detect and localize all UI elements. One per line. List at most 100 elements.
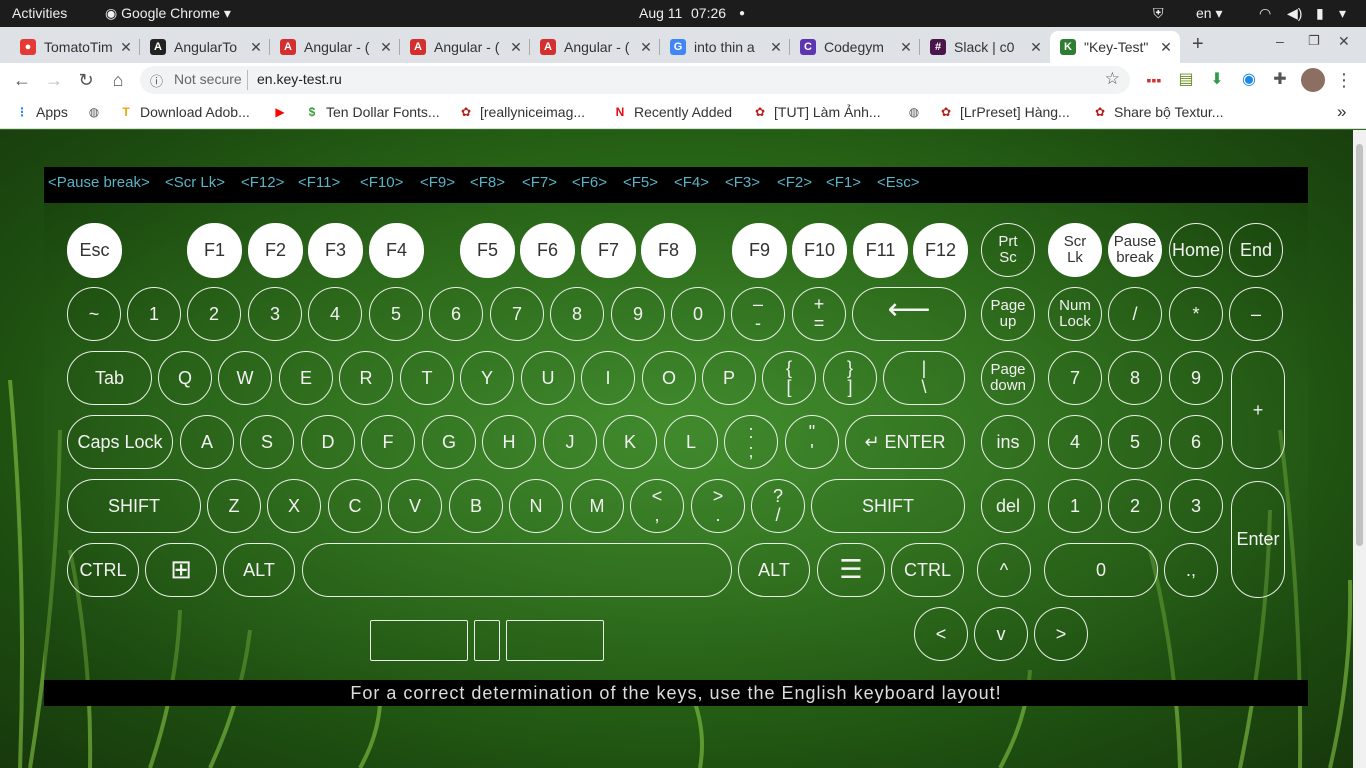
browser-tab[interactable]: K "Key-Test" ✕	[1050, 31, 1180, 63]
z-key[interactable]: Z	[207, 479, 261, 533]
maximize-icon[interactable]: ❐	[1308, 33, 1320, 49]
numlock-key[interactable]: Num Lock	[1048, 287, 1102, 341]
up-key[interactable]: ^	[977, 543, 1031, 597]
k4-key[interactable]: 4	[308, 287, 362, 341]
date-label[interactable]: Aug 11	[639, 5, 682, 21]
menu-dots-icon[interactable]: ⋮	[1332, 68, 1356, 92]
browser-tab[interactable]: A Angular - (✕	[530, 31, 660, 63]
esc-key[interactable]: Esc	[67, 223, 122, 278]
back-icon[interactable]: ←	[10, 68, 34, 92]
f7-key[interactable]: F7	[581, 223, 636, 278]
bookmark-item[interactable]: N Recently Added	[612, 104, 732, 120]
f9-key[interactable]: F9	[732, 223, 787, 278]
extension-icon[interactable]: ▤	[1174, 68, 1198, 92]
reload-icon[interactable]: ↻	[74, 68, 98, 92]
page-scrollbar[interactable]	[1353, 130, 1366, 768]
bookmark-item[interactable]: ✿ [reallyniceimag...	[458, 104, 585, 120]
a-key[interactable]: A	[180, 415, 234, 469]
shield-icon[interactable]: ⛨	[1153, 5, 1164, 22]
w-key[interactable]: W	[218, 351, 272, 405]
address-bar[interactable]: ⓘ Not secure en.key-test.ru ☆	[140, 66, 1130, 94]
forward-icon[interactable]: →	[42, 68, 66, 92]
f11-key[interactable]: F11	[853, 223, 908, 278]
np0-key[interactable]: 0	[1044, 543, 1158, 597]
wifi-icon[interactable]: ◠	[1259, 5, 1271, 22]
d-key[interactable]: D	[301, 415, 355, 469]
home-key[interactable]: Home	[1169, 223, 1223, 277]
bookmark-item[interactable]: ▶	[272, 104, 294, 120]
lshift-key[interactable]: SHIFT	[67, 479, 201, 533]
k3-key[interactable]: 3	[248, 287, 302, 341]
scrollbar-thumb[interactable]	[1356, 144, 1363, 546]
k0-key[interactable]: 0	[671, 287, 725, 341]
more-bookmarks-icon[interactable]: »	[1337, 102, 1346, 122]
info-icon[interactable]: ⓘ	[150, 71, 163, 90]
browser-tab[interactable]: ● TomatoTim ✕	[10, 31, 140, 63]
np8-key[interactable]: 8	[1108, 351, 1162, 405]
f10-key[interactable]: F10	[792, 223, 847, 278]
np7-key[interactable]: 7	[1048, 351, 1102, 405]
close-tab-icon[interactable]: ✕	[1158, 39, 1174, 56]
system-menu-icon[interactable]: ▾	[1339, 5, 1346, 22]
scrlk-key[interactable]: Scr Lk	[1048, 223, 1102, 277]
down-key[interactable]: v	[974, 607, 1028, 661]
x-key[interactable]: X	[267, 479, 321, 533]
semi-key[interactable]: : ;	[724, 415, 778, 469]
language-indicator[interactable]: en ▾	[1196, 5, 1223, 22]
mouse-button[interactable]	[474, 620, 500, 661]
f6-key[interactable]: F6	[520, 223, 575, 278]
bookmark-item[interactable]: ✿ [TUT] Làm Ảnh...	[752, 104, 881, 120]
bookmark-star-icon[interactable]: ☆	[1105, 69, 1120, 89]
close-window-icon[interactable]: ✕	[1338, 33, 1350, 50]
close-tab-icon[interactable]: ✕	[638, 39, 654, 56]
new-tab-icon[interactable]: +	[1192, 33, 1204, 56]
battery-icon[interactable]: ▮	[1316, 5, 1324, 22]
close-tab-icon[interactable]: ✕	[898, 39, 914, 56]
time-label[interactable]: 07:26	[691, 5, 726, 21]
npmul-key[interactable]: *	[1169, 287, 1223, 341]
browser-tab[interactable]: Ginto thin a ✕	[660, 31, 790, 63]
o-key[interactable]: O	[642, 351, 696, 405]
n-key[interactable]: N	[509, 479, 563, 533]
download-extension-icon[interactable]: ⬇	[1205, 68, 1229, 92]
g-key[interactable]: G	[422, 415, 476, 469]
f2-key[interactable]: F2	[248, 223, 303, 278]
npplus-key[interactable]: +	[1231, 351, 1285, 469]
browser-tab[interactable]: A Angular - (✕	[400, 31, 530, 63]
app-menu[interactable]: ◉ Google Chrome ▾	[105, 5, 231, 22]
np5-key[interactable]: 5	[1108, 415, 1162, 469]
ins-key[interactable]: ins	[981, 415, 1035, 469]
bookmark-item[interactable]: $ Ten Dollar Fonts...	[304, 104, 440, 120]
browser-tab[interactable]: A AngularTo ✕	[140, 31, 270, 63]
close-tab-icon[interactable]: ✕	[378, 39, 394, 56]
f12-key[interactable]: F12	[913, 223, 968, 278]
k5-key[interactable]: 5	[369, 287, 423, 341]
lctrl-key[interactable]: CTRL	[67, 543, 139, 597]
home-icon[interactable]: ⌂	[106, 68, 130, 92]
bookmark-item[interactable]: ⋮ Apps	[14, 104, 68, 120]
k9-key[interactable]: 9	[611, 287, 665, 341]
pause-key[interactable]: Pause break	[1108, 223, 1162, 277]
j-key[interactable]: J	[543, 415, 597, 469]
bookmark-item[interactable]: T Download Adob...	[118, 104, 249, 120]
mouse-button[interactable]	[506, 620, 604, 661]
bookmark-item[interactable]: ◍	[906, 104, 928, 120]
activities-button[interactable]: Activities	[12, 5, 67, 21]
v-key[interactable]: V	[388, 479, 442, 533]
avatar[interactable]	[1301, 68, 1325, 92]
np3-key[interactable]: 3	[1169, 479, 1223, 533]
s-key[interactable]: S	[240, 415, 294, 469]
close-tab-icon[interactable]: ✕	[768, 39, 784, 56]
quote-key[interactable]: " '	[785, 415, 839, 469]
lbr-key[interactable]: { [	[762, 351, 816, 405]
enter-key[interactable]: ↵ ENTER	[845, 415, 965, 469]
rbr-key[interactable]: } ]	[823, 351, 877, 405]
space-key[interactable]	[302, 543, 732, 597]
u-key[interactable]: U	[521, 351, 575, 405]
f3-key[interactable]: F3	[308, 223, 363, 278]
i-key[interactable]: I	[581, 351, 635, 405]
pgup-key[interactable]: Page up	[981, 287, 1035, 341]
f8-key[interactable]: F8	[641, 223, 696, 278]
rctrl-key[interactable]: CTRL	[891, 543, 964, 597]
comma-key[interactable]: < ,	[630, 479, 684, 533]
